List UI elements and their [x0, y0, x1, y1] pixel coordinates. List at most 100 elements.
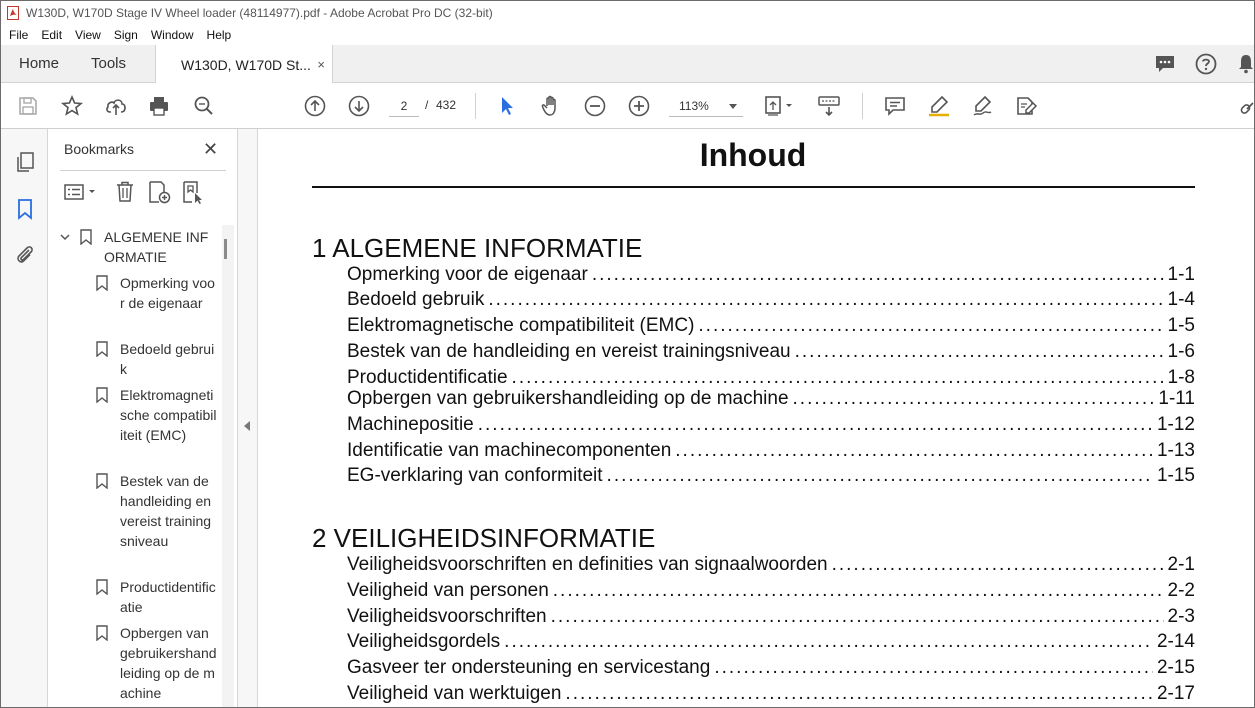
help-icon[interactable]: [1194, 52, 1218, 76]
zoom-select[interactable]: 113%: [669, 95, 743, 117]
toc-dot-leader: ........................................…: [550, 606, 1164, 627]
page-total: 432: [436, 98, 457, 112]
bookmarks-scrollbar[interactable]: [222, 225, 234, 707]
bookmark-icon: [96, 275, 108, 291]
toc-entry-title: Opmerking voor de eigenaar: [347, 264, 588, 285]
toc-entry[interactable]: Opmerking voor de eigenaar..............…: [347, 262, 1195, 286]
toc-dot-leader: ........................................…: [606, 465, 1153, 486]
next-page-button[interactable]: [347, 94, 371, 118]
delete-bookmark-icon[interactable]: [112, 179, 138, 205]
toc-entry[interactable]: Opbergen van gebruikershandleiding op de…: [347, 386, 1195, 410]
save-icon: [19, 97, 37, 115]
bookmarks-panel-icon[interactable]: [13, 197, 37, 221]
chevron-down-icon[interactable]: [60, 232, 70, 242]
bookmark-options-icon[interactable]: [62, 179, 100, 205]
page-title: Inhoud: [699, 137, 807, 173]
select-tool-button[interactable]: [495, 94, 519, 118]
tab-tools[interactable]: Tools: [91, 45, 126, 83]
toc-dot-leader: ........................................…: [675, 440, 1153, 461]
find-button[interactable]: [192, 94, 216, 118]
bookmark-icon: [96, 341, 108, 357]
menu-bar: File Edit View Sign Window Help: [1, 25, 1254, 45]
menu-sign[interactable]: Sign: [114, 28, 138, 42]
print-button[interactable]: [147, 94, 171, 118]
bookmark-star-button[interactable]: [60, 94, 84, 118]
chevron-down-icon: [729, 104, 737, 109]
edit-document-icon: [1017, 97, 1038, 115]
title-bar: W130D, W170D Stage IV Wheel loader (4811…: [1, 1, 1254, 25]
toc-entry-page: 2-2: [1167, 580, 1195, 601]
tab-home[interactable]: Home: [19, 45, 59, 83]
document-view: Inhoud 1 ALGEMENE INFORMATIE Opmerking vo…: [259, 129, 1254, 707]
hand-tool-button[interactable]: [539, 94, 563, 118]
toc-entry[interactable]: Gasveer ter ondersteuning en servicestan…: [347, 655, 1195, 679]
fill-sign-button[interactable]: [1014, 94, 1038, 118]
toc-entry[interactable]: Bestek van de handleiding en vereist tra…: [347, 339, 1195, 363]
attachments-paperclip-icon[interactable]: [13, 243, 37, 267]
close-tab-icon[interactable]: ×: [317, 57, 325, 72]
arrow-up-circle-icon: [304, 95, 326, 117]
toc-entry-title: Veiligheid van werktuigen: [347, 683, 562, 704]
toc-entry[interactable]: Veiligheidsvoorschriften................…: [347, 604, 1195, 628]
toc-entry[interactable]: EG-verklaring van conformiteit..........…: [347, 463, 1195, 487]
bookmarks-panel-title: Bookmarks: [64, 141, 135, 157]
collapse-arrow-icon[interactable]: [244, 421, 250, 431]
toolbar-divider: [475, 93, 476, 119]
toc-entry-title: Veiligheidsgordels: [347, 631, 501, 652]
toc-entry-page: 2-1: [1167, 554, 1195, 575]
page-thumbnails-icon[interactable]: [13, 150, 37, 174]
menu-edit[interactable]: Edit: [41, 28, 62, 42]
star-icon: [60, 94, 84, 116]
document-tab-label: W130D, W170D St...: [181, 56, 311, 73]
scroll-mode-button[interactable]: [817, 94, 841, 118]
toc-dot-leader: ........................................…: [504, 631, 1153, 652]
magnifier-icon: [194, 96, 213, 115]
toc-entry[interactable]: Elektromagnetische compatibiliteit (EMC)…: [347, 313, 1195, 337]
toc-entry[interactable]: Bedoeld gebruik.........................…: [347, 287, 1195, 311]
toc-entry[interactable]: Identificatie van machinecomponenten....…: [347, 438, 1195, 462]
notification-bell-icon[interactable]: [1234, 52, 1255, 76]
fit-page-button[interactable]: [763, 94, 797, 118]
previous-page-button[interactable]: [303, 94, 327, 118]
toc-entry-page: 1-12: [1156, 414, 1195, 435]
close-panel-icon[interactable]: ✕: [203, 139, 218, 160]
bookmark-label: Productidentificatie: [120, 579, 216, 615]
comment-bubble-icon[interactable]: [1153, 52, 1177, 76]
bookmark-label: Opbergen van gebruikershandleiding op de…: [120, 625, 217, 701]
tab-document[interactable]: W130D, W170D St... ×: [155, 45, 333, 84]
comment-icon: [885, 97, 905, 116]
left-navigation-rail: [1, 129, 48, 707]
toc-entry[interactable]: Machinepositie..........................…: [347, 412, 1195, 436]
share-link-button[interactable]: [1238, 94, 1254, 118]
bookmark-label: Opmerking voor de eigenaar: [120, 275, 215, 311]
toc-entry[interactable]: Veiligheidsgordels......................…: [347, 629, 1195, 653]
add-comment-button[interactable]: [883, 94, 907, 118]
toc-entry-page: 2-17: [1156, 683, 1195, 704]
new-bookmark-icon[interactable]: [146, 179, 172, 205]
toc-entry[interactable]: Veiligheid van personen.................…: [347, 578, 1195, 602]
toc-dot-leader: ........................................…: [831, 554, 1164, 575]
menu-file[interactable]: File: [9, 28, 28, 42]
page-number-input[interactable]: [389, 95, 419, 117]
freehand-pen-icon: [973, 95, 992, 116]
title-rule: [312, 186, 1195, 188]
upload-button[interactable]: [104, 94, 128, 118]
toc-entry-page: 2-3: [1167, 606, 1195, 627]
toc-dot-leader: ........................................…: [552, 580, 1164, 601]
panel-collapse-handle[interactable]: [238, 129, 258, 707]
toc-entry-page: 2-14: [1156, 631, 1195, 652]
menu-window[interactable]: Window: [151, 28, 194, 42]
menu-view[interactable]: View: [75, 28, 101, 42]
toc-entry[interactable]: Veiligheid van werktuigen...............…: [347, 681, 1195, 705]
highlight-button[interactable]: [927, 94, 951, 118]
toc-entry[interactable]: Veiligheidsvoorschriften en definities v…: [347, 552, 1195, 576]
draw-button[interactable]: [971, 94, 995, 118]
zoom-out-button[interactable]: [583, 94, 607, 118]
scrollbar-thumb[interactable]: [224, 239, 227, 259]
save-button[interactable]: [16, 94, 40, 118]
menu-help[interactable]: Help: [207, 28, 232, 42]
bookmark-from-selection-icon[interactable]: [180, 179, 206, 205]
zoom-in-button[interactable]: [627, 94, 651, 118]
window-title: W130D, W170D Stage IV Wheel loader (4811…: [26, 6, 493, 20]
panel-divider: [60, 170, 226, 171]
